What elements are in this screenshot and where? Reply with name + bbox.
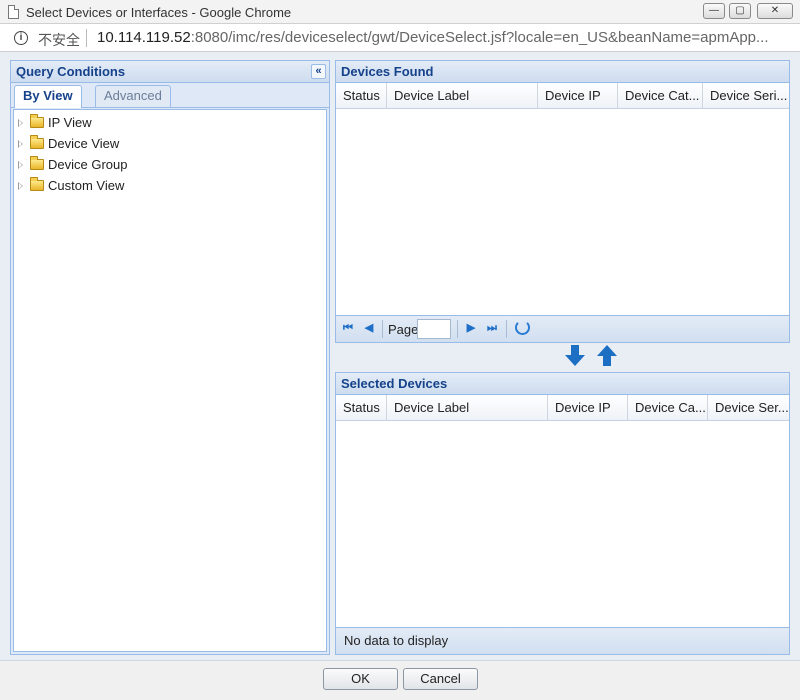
selected-devices-grid[interactable] [336,421,789,627]
window-title: Select Devices or Interfaces - Google Ch… [26,5,292,20]
pager-separator [506,320,507,338]
selected-devices-panel: Selected Devices Status Device Label Dev… [335,372,790,655]
collapse-icon[interactable]: « [311,64,326,79]
tree-item-label: Device View [48,136,120,151]
tree-item-ip-view[interactable]: IP View [14,112,326,133]
devices-found-title: Devices Found [341,64,434,79]
window-titlebar: Select Devices or Interfaces - Google Ch… [0,0,800,24]
close-button[interactable]: ✕ [757,3,793,19]
expand-arrow-icon[interactable] [18,161,23,169]
column-header-device-series[interactable]: Device Ser... [708,395,789,421]
minimize-button[interactable]: — [703,3,725,19]
query-conditions-title: Query Conditions [16,64,126,79]
address-bar: i 不安全 10.114.119.52:8080/imc/res/devices… [0,24,800,52]
devices-found-column-headers: Status Device Label Device IP Device Cat… [336,83,789,109]
tab-by-view[interactable]: By View [14,85,82,108]
move-buttons [335,343,790,372]
column-header-status[interactable]: Status [336,83,387,109]
tree-item-device-group[interactable]: Device Group [14,154,326,175]
selected-devices-title: Selected Devices [341,376,448,391]
tab-advanced[interactable]: Advanced [95,85,171,107]
column-header-device-category[interactable]: Device Ca... [628,395,708,421]
tree-item-custom-view[interactable]: Custom View [14,175,326,196]
tree-item-label: Custom View [48,178,125,193]
column-header-device-ip[interactable]: Device IP [548,395,628,421]
cancel-button[interactable]: Cancel [403,668,478,690]
add-to-selected-arrow-down-icon[interactable] [565,345,585,367]
query-tabs: By View Advanced [11,83,329,108]
query-conditions-header: Query Conditions « [11,61,329,83]
devices-found-panel: Devices Found Status Device Label Device… [335,60,790,343]
folder-icon [30,135,44,149]
previous-page-icon[interactable]: ◀ [363,322,375,334]
column-header-device-label[interactable]: Device Label [387,395,548,421]
column-header-device-category[interactable]: Device Cat... [618,83,703,109]
first-page-icon[interactable]: ⏮ [342,322,354,334]
column-header-status[interactable]: Status [336,395,387,421]
pager-separator [457,320,458,338]
page-icon [8,5,19,19]
page-number-input[interactable] [417,319,451,339]
url-field[interactable]: 10.114.119.52:8080/imc/res/deviceselect/… [97,29,769,46]
last-page-icon[interactable]: ⏭ [486,322,498,334]
folder-icon [30,114,44,128]
security-status[interactable]: 不安全 [38,30,80,50]
info-icon[interactable]: i [14,31,28,45]
selected-devices-header: Selected Devices [336,373,789,395]
column-header-device-series[interactable]: Device Seri... [703,83,789,109]
pager-separator [382,320,383,338]
next-page-icon[interactable]: ▶ [465,322,477,334]
expand-arrow-icon[interactable] [18,119,23,127]
url-rest: :8080/imc/res/deviceselect/gwt/DeviceSel… [190,29,769,46]
tree-item-label: IP View [48,115,92,130]
page-label: Page [388,322,419,337]
column-header-device-label[interactable]: Device Label [387,83,538,109]
dialog-footer: OK Cancel [0,660,800,700]
folder-icon [30,177,44,191]
folder-icon [30,156,44,170]
query-conditions-panel: Query Conditions « By View Advanced IP V… [10,60,330,655]
expand-arrow-icon[interactable] [18,182,23,190]
pagination-toolbar: ⏮ ◀ Page ▶ ⏭ [336,315,789,342]
maximize-button[interactable]: ▢ [729,3,751,19]
remove-from-selected-arrow-up-icon[interactable] [597,345,617,367]
refresh-icon[interactable] [515,320,530,335]
ok-button[interactable]: OK [323,668,398,690]
selected-devices-column-headers: Status Device Label Device IP Device Ca.… [336,395,789,421]
column-header-device-ip[interactable]: Device IP [538,83,618,109]
tree-item-label: Device Group [48,157,128,172]
selected-devices-status: No data to display [336,627,789,654]
expand-arrow-icon[interactable] [18,140,23,148]
address-separator [86,29,87,47]
tree-item-device-view[interactable]: Device View [14,133,326,154]
devices-found-header: Devices Found [336,61,789,83]
view-tree: IP View Device View Device Group Custom … [13,109,327,652]
url-host: 10.114.119.52 [97,29,191,46]
devices-found-grid[interactable] [336,109,789,315]
